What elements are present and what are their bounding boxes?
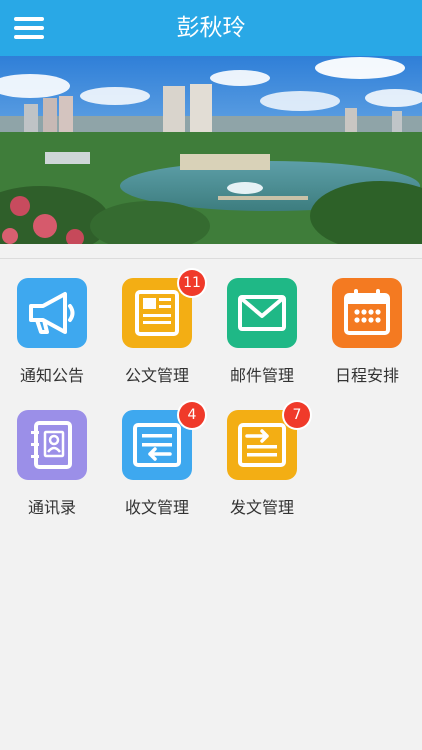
- app-tile-schedule[interactable]: 日程安排: [316, 278, 416, 388]
- contacts-book-icon: [17, 410, 87, 480]
- unread-count-badge: 11: [179, 270, 205, 296]
- app-tile-contacts[interactable]: 通讯录: [1, 410, 101, 520]
- unread-count-badge: 7: [284, 402, 310, 428]
- app-tile-notice[interactable]: 通知公告: [1, 278, 101, 388]
- app-label: 邮件管理: [229, 366, 294, 385]
- app-label: 发文管理: [229, 498, 294, 517]
- app-tile-official-documents[interactable]: 11 公文管理: [106, 270, 206, 388]
- envelope-icon: [227, 278, 297, 348]
- section-divider: [0, 258, 422, 259]
- app-label: 公文管理: [124, 366, 189, 385]
- page-title: 彭秋玲: [176, 15, 246, 41]
- app-label: 收文管理: [124, 498, 189, 517]
- app-label: 日程安排: [334, 366, 399, 385]
- app-tile-received-documents[interactable]: 4 收文管理: [106, 402, 206, 520]
- app-label: 通讯录: [27, 498, 76, 517]
- top-navigation-bar: 彭秋玲: [0, 0, 422, 56]
- city-banner-image: [0, 56, 422, 244]
- unread-count-badge: 4: [179, 402, 205, 428]
- calendar-icon: [332, 278, 402, 348]
- app-tile-sent-documents[interactable]: 7 发文管理: [211, 402, 311, 520]
- megaphone-icon: [17, 278, 87, 348]
- app-label: 通知公告: [19, 366, 84, 385]
- app-tile-mail[interactable]: 邮件管理: [211, 278, 311, 388]
